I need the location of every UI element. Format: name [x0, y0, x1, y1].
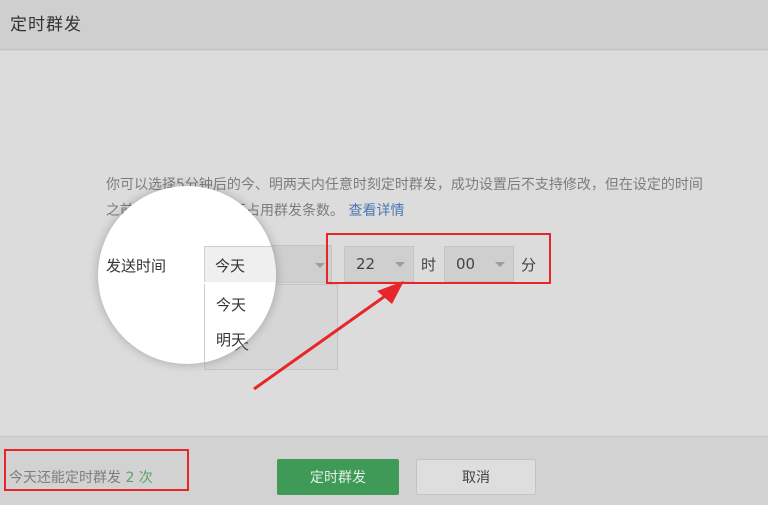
- magnified-option-tomorrow[interactable]: 明天: [216, 329, 246, 350]
- schedule-send-button[interactable]: 定时群发: [277, 459, 399, 495]
- magnified-day-dropdown: 今天 明天: [204, 284, 276, 364]
- magnifier-callout: 发送时间 今天 今天 明天: [98, 186, 276, 364]
- magnified-day-value: 今天: [215, 257, 246, 275]
- magnified-option-today[interactable]: 今天: [216, 294, 246, 315]
- magnified-send-time-label: 发送时间: [106, 257, 167, 275]
- quota-highlight-box: [4, 449, 189, 491]
- cancel-button[interactable]: 取消: [416, 459, 536, 495]
- magnified-day-select[interactable]: 今天: [204, 246, 276, 282]
